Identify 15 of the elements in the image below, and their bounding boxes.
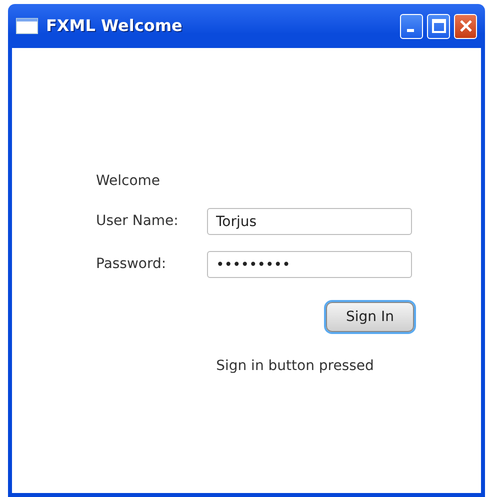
window-icon: [16, 18, 38, 34]
maximize-button[interactable]: [427, 14, 450, 38]
sign-in-button[interactable]: Sign In: [326, 302, 414, 332]
field-label: Password:: [96, 256, 166, 272]
maximize-icon: [432, 19, 446, 33]
close-button[interactable]: [454, 14, 477, 38]
close-icon: [458, 19, 472, 33]
input-field[interactable]: •••••••••: [207, 251, 412, 278]
field-label: User Name:: [96, 213, 178, 229]
window-title: FXML Welcome: [46, 15, 184, 37]
welcome-heading: Welcome: [96, 172, 160, 191]
minimize-icon: [407, 28, 414, 32]
status-message: Sign in button pressed: [216, 357, 374, 376]
minimize-button[interactable]: [400, 14, 423, 38]
input-field[interactable]: Torjus: [207, 208, 412, 235]
